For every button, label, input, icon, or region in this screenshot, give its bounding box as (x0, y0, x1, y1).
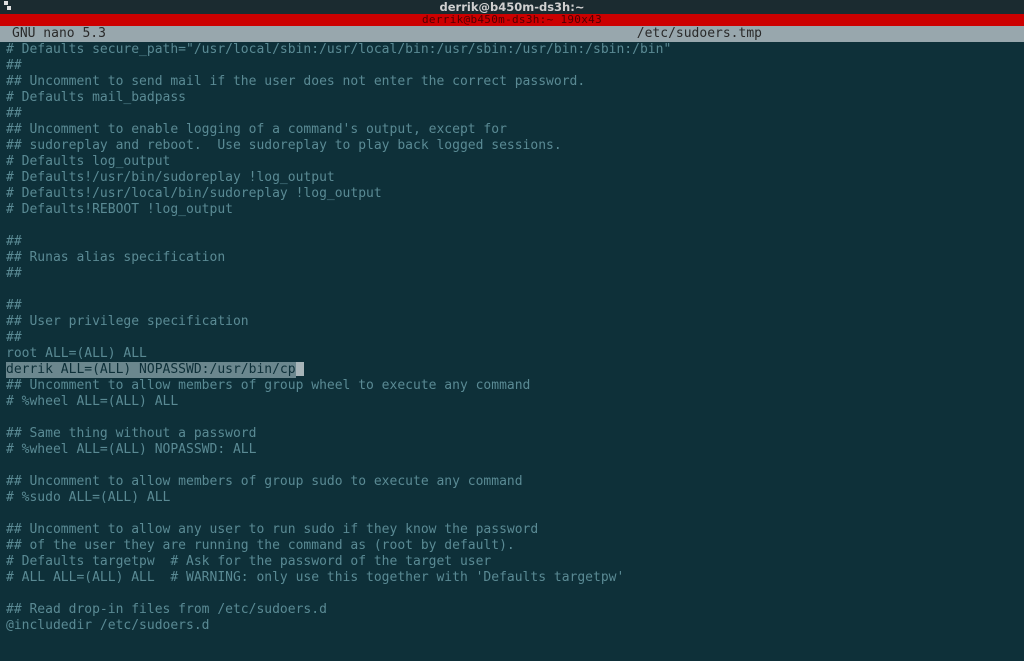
editor-line[interactable]: # Defaults log_output (6, 154, 1018, 170)
nano-app-label: GNU nano 5.3 (12, 26, 106, 42)
editor-line[interactable]: ## (6, 234, 1018, 250)
window-title: derrik@b450m-ds3h:~ (440, 0, 585, 15)
editor-line[interactable]: ## Uncomment to allow members of group w… (6, 378, 1018, 394)
window-subtitle-bar: derrik@b450m-ds3h:~ 190x43 (0, 14, 1024, 26)
editor-area[interactable]: # Defaults secure_path="/usr/local/sbin:… (0, 42, 1024, 634)
highlighted-line: derrik ALL=(ALL) NOPASSWD:/usr/bin/cp (6, 362, 296, 378)
editor-line[interactable]: ## sudoreplay and reboot. Use sudoreplay… (6, 138, 1018, 154)
editor-line[interactable]: # %wheel ALL=(ALL) ALL (6, 394, 1018, 410)
text-cursor (296, 362, 304, 376)
nano-status-bar: GNU nano 5.3 /etc/sudoers.tmp (0, 26, 1024, 42)
window-titlebar[interactable]: derrik@b450m-ds3h:~ (0, 0, 1024, 14)
editor-line[interactable]: ## (6, 298, 1018, 314)
editor-line[interactable]: # %wheel ALL=(ALL) NOPASSWD: ALL (6, 442, 1018, 458)
editor-line[interactable] (6, 586, 1018, 602)
editor-line[interactable]: ## Uncomment to allow members of group s… (6, 474, 1018, 490)
editor-line[interactable]: ## Same thing without a password (6, 426, 1018, 442)
editor-line[interactable] (6, 218, 1018, 234)
editor-line[interactable]: # Defaults!/usr/bin/sudoreplay !log_outp… (6, 170, 1018, 186)
editor-line[interactable]: # Defaults secure_path="/usr/local/sbin:… (6, 42, 1018, 58)
editor-line[interactable]: ## User privilege specification (6, 314, 1018, 330)
editor-line[interactable]: ## Uncomment to allow any user to run su… (6, 522, 1018, 538)
editor-line[interactable]: @includedir /etc/sudoers.d (6, 618, 1018, 634)
editor-line[interactable]: ## Read drop-in files from /etc/sudoers.… (6, 602, 1018, 618)
editor-line[interactable]: # ALL ALL=(ALL) ALL # WARNING: only use … (6, 570, 1018, 586)
nano-filename: /etc/sudoers.tmp (637, 26, 1012, 42)
editor-line[interactable]: # Defaults!/usr/local/bin/sudoreplay !lo… (6, 186, 1018, 202)
editor-line[interactable]: ## (6, 58, 1018, 74)
editor-line[interactable]: # Defaults targetpw # Ask for the passwo… (6, 554, 1018, 570)
editor-line[interactable] (6, 506, 1018, 522)
editor-line[interactable]: ## Runas alias specification (6, 250, 1018, 266)
editor-line[interactable]: ## (6, 106, 1018, 122)
editor-line[interactable]: # Defaults mail_badpass (6, 90, 1018, 106)
editor-line[interactable]: derrik ALL=(ALL) NOPASSWD:/usr/bin/cp (6, 362, 1018, 378)
editor-line[interactable] (6, 458, 1018, 474)
editor-line[interactable]: ## of the user they are running the comm… (6, 538, 1018, 554)
editor-line[interactable] (6, 410, 1018, 426)
editor-line[interactable]: ## (6, 266, 1018, 282)
editor-line[interactable]: ## Uncomment to enable logging of a comm… (6, 122, 1018, 138)
editor-line[interactable]: # Defaults!REBOOT !log_output (6, 202, 1018, 218)
editor-line[interactable]: root ALL=(ALL) ALL (6, 346, 1018, 362)
editor-line[interactable]: # %sudo ALL=(ALL) ALL (6, 490, 1018, 506)
editor-line[interactable]: ## (6, 330, 1018, 346)
editor-line[interactable]: ## Uncomment to send mail if the user do… (6, 74, 1018, 90)
editor-line[interactable] (6, 282, 1018, 298)
app-icon (4, 1, 14, 11)
